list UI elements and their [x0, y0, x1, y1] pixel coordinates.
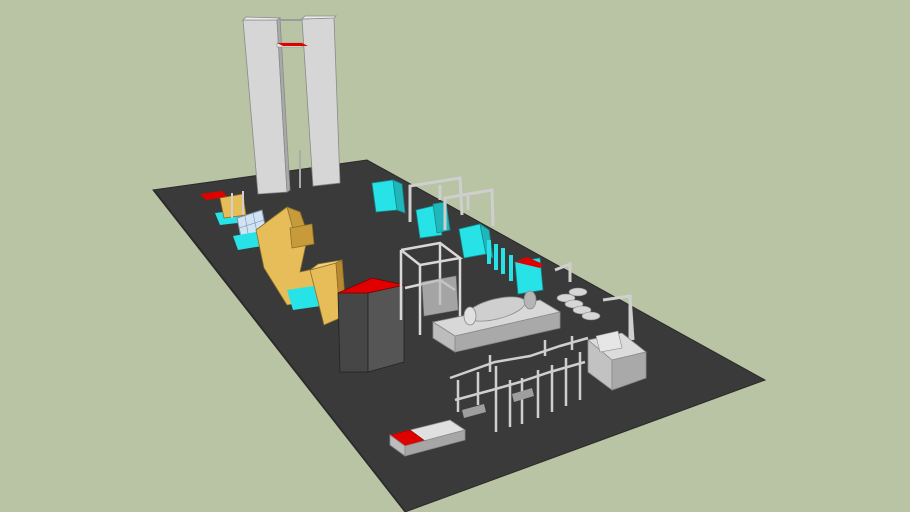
tower-left-top — [242, 16, 282, 21]
yellow-press-cap — [289, 223, 315, 249]
cyan-column-2 — [494, 244, 498, 270]
3d-model-viewport[interactable] — [0, 0, 910, 512]
cage-panel — [421, 275, 459, 317]
roller-drum-end — [523, 290, 537, 310]
cyan-column-3 — [501, 248, 505, 274]
factory-layout-model[interactable] — [0, 0, 910, 512]
dark-block-front — [337, 292, 369, 373]
dark-block-side — [367, 284, 405, 373]
cyan-column-1 — [487, 240, 491, 264]
spool-4 — [581, 311, 601, 321]
dark-cabinet-block — [337, 277, 405, 373]
spool-5 — [568, 287, 588, 297]
cyan-column-4 — [509, 255, 513, 281]
roller-drum-end-2 — [463, 306, 477, 326]
